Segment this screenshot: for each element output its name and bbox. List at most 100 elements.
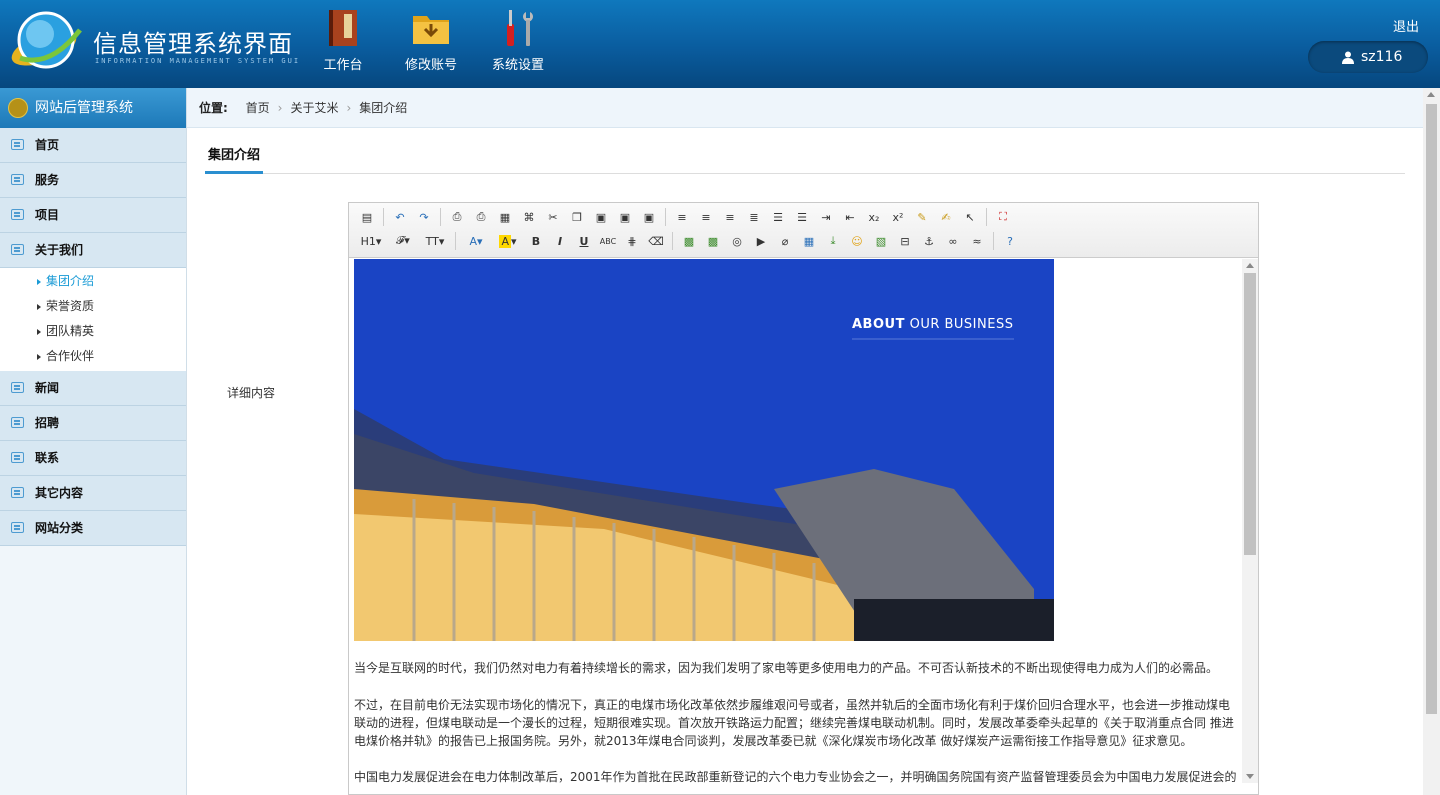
font-family-icon[interactable]: 𝓕▾ [388,231,418,251]
sidebar-item-label: 招聘 [35,416,60,430]
paste-icon[interactable]: ▣ [590,207,612,227]
heading-icon[interactable]: H1▾ [356,231,386,251]
preview-icon[interactable]: ⎙ [446,207,468,227]
print-icon[interactable]: ⎙ [470,207,492,227]
pointer-icon[interactable]: ↖ [959,207,981,227]
user-badge[interactable]: sz116 [1308,41,1428,73]
scroll-up-icon[interactable] [1246,263,1254,268]
page-scrollbar-thumb[interactable] [1426,104,1437,714]
paste-word-icon[interactable]: ▣ [638,207,660,227]
ordered-list-icon[interactable]: ☰ [767,207,789,227]
align-right-icon[interactable]: ≡ [719,207,741,227]
nav-edit-account[interactable]: 修改账号 [392,8,470,78]
align-justify-icon[interactable]: ≣ [743,207,765,227]
top-header: 信息管理系统界面 INFORMATION MANAGEMENT SYSTEM G… [0,0,1440,88]
editor-toolbar: ▤ ↶ ↷ ⎙ ⎙ ▦ ⌘ ✂ ❐ ▣ ▣ ▣ ≡ ≡ ≡ ≣ ☰ ☰ ⇥ ⇤ [349,203,1258,258]
sidebar-item-label: 联系 [35,451,60,465]
sidebar-item-other[interactable]: 其它内容 [0,476,186,511]
nav-system-settings[interactable]: 系统设置 [479,8,557,78]
redo-icon[interactable]: ↷ [413,207,435,227]
eraser-icon[interactable]: ⌫ [645,231,667,251]
breadcrumb-home[interactable]: 首页 [246,101,270,115]
flash-icon[interactable]: ◎ [726,231,748,251]
app-title: 信息管理系统界面 [93,30,293,58]
page-scrollbar[interactable] [1423,88,1440,795]
table-icon[interactable]: ▦ [798,231,820,251]
submenu-item-partners[interactable]: 合作伙伴 [0,344,186,369]
sidebar-item-news[interactable]: 新闻 [0,371,186,406]
media-icon[interactable]: ▶ [750,231,772,251]
align-center-icon[interactable]: ≡ [695,207,717,227]
insert-row-icon[interactable]: ⤓ [822,231,844,251]
pagebreak-icon[interactable]: ⊟ [894,231,916,251]
editor-scrollbar[interactable] [1242,259,1258,783]
hero-caption-rest: OUR BUSINESS [904,317,1014,332]
emoji-icon[interactable]: ☺ [846,231,868,251]
help-icon[interactable]: ? [999,231,1021,251]
undo-icon[interactable]: ↶ [389,207,411,227]
strikethrough-icon[interactable]: ABC [597,231,619,251]
breadcrumb-about[interactable]: 关于艾米 [290,101,338,115]
sidebar-item-contact[interactable]: 联系 [0,441,186,476]
rich-text-editor[interactable]: ▤ ↶ ↷ ⎙ ⎙ ▦ ⌘ ✂ ❐ ▣ ▣ ▣ ≡ ≡ ≡ ≣ ☰ ☰ ⇥ ⇤ [348,202,1259,795]
logo-globe-icon [11,11,82,69]
indent-icon[interactable]: ⇥ [815,207,837,227]
bold-icon[interactable]: B [525,231,547,251]
sidebar-item-label: 网站分类 [35,521,84,535]
chevron-right-icon: › [277,101,283,115]
chevron-down-icon [8,98,28,118]
editor-scrollbar-thumb[interactable] [1244,273,1256,555]
paragraph-1: 当今是互联网的时代，我们仍然对电力有着持续增长的需求，因为我们发明了家电等更多使… [354,661,1219,675]
italic-icon[interactable]: I [549,231,571,251]
sidebar-item-project[interactable]: 项目 [0,198,186,233]
editor-content[interactable]: ABOUT OUR BUSINESS 当今是互联网的时代，我们仍然对电力有着持续… [354,259,1241,793]
paste-text-icon[interactable]: ▣ [614,207,636,227]
sidebar-item-about[interactable]: 关于我们 [0,233,186,268]
submenu-item-group-intro[interactable]: 集团介绍 [0,269,186,294]
sidebar-item-label: 首页 [35,138,60,152]
submenu-item-honors[interactable]: 荣誉资质 [0,294,186,319]
clear-format-icon[interactable]: ✎ [911,207,933,227]
superscript-icon[interactable]: x² [887,207,909,227]
template-icon[interactable]: ▦ [494,207,516,227]
sidebar-item-home[interactable]: 首页 [0,128,186,163]
align-left-icon[interactable]: ≡ [671,207,693,227]
highlight-icon[interactable]: A ▾ [493,231,523,251]
source-icon[interactable]: ▤ [356,207,378,227]
breadcrumb-current[interactable]: 集团介绍 [359,101,407,115]
sidebar-item-service[interactable]: 服务 [0,163,186,198]
logout-link[interactable]: 退出 [1393,16,1419,35]
nav-label: 系统设置 [491,58,544,73]
font-color-icon[interactable]: A▾ [461,231,491,251]
scroll-down-icon[interactable] [1246,774,1254,779]
list-icon [11,244,24,255]
cut-icon[interactable]: ✂ [542,207,564,227]
anchor-icon[interactable]: ⚓ [918,231,940,251]
unlink-icon[interactable]: ≈ [966,231,988,251]
list-icon [11,417,24,428]
outdent-icon[interactable]: ⇤ [839,207,861,227]
hr-icon[interactable]: ⋕ [621,231,643,251]
font-size-icon[interactable]: TT▾ [420,231,450,251]
attachment-icon[interactable]: ⌀ [774,231,796,251]
submenu-item-team[interactable]: 团队精英 [0,319,186,344]
select-all-icon[interactable]: ✍ [935,207,957,227]
sidebar: 网站后管理系统 首页 服务 项目 关于我们 集团介绍 荣誉资质 团队精英 合作伙… [0,88,187,795]
copy-icon[interactable]: ❐ [566,207,588,227]
code-icon[interactable]: ⌘ [518,207,540,227]
sidebar-item-jobs[interactable]: 招聘 [0,406,186,441]
tab-group-intro[interactable]: 集团介绍 [205,146,264,174]
picture-icon[interactable]: ▧ [870,231,892,251]
about-submenu: 集团介绍 荣誉资质 团队精英 合作伙伴 [0,268,186,371]
image-icon[interactable]: ▩ [678,231,700,251]
multi-image-icon[interactable]: ▩ [702,231,724,251]
link-icon[interactable]: ∞ [942,231,964,251]
subscript-icon[interactable]: x₂ [863,207,885,227]
hero-caption: ABOUT OUR BUSINESS [852,317,1013,332]
underline-icon[interactable]: U [573,231,595,251]
scroll-up-icon[interactable] [1427,92,1435,97]
sidebar-item-categories[interactable]: 网站分类 [0,511,186,546]
unordered-list-icon[interactable]: ☰ [791,207,813,227]
fullscreen-icon[interactable]: ⛶ [992,207,1014,227]
nav-workbench[interactable]: 工作台 [304,8,382,78]
